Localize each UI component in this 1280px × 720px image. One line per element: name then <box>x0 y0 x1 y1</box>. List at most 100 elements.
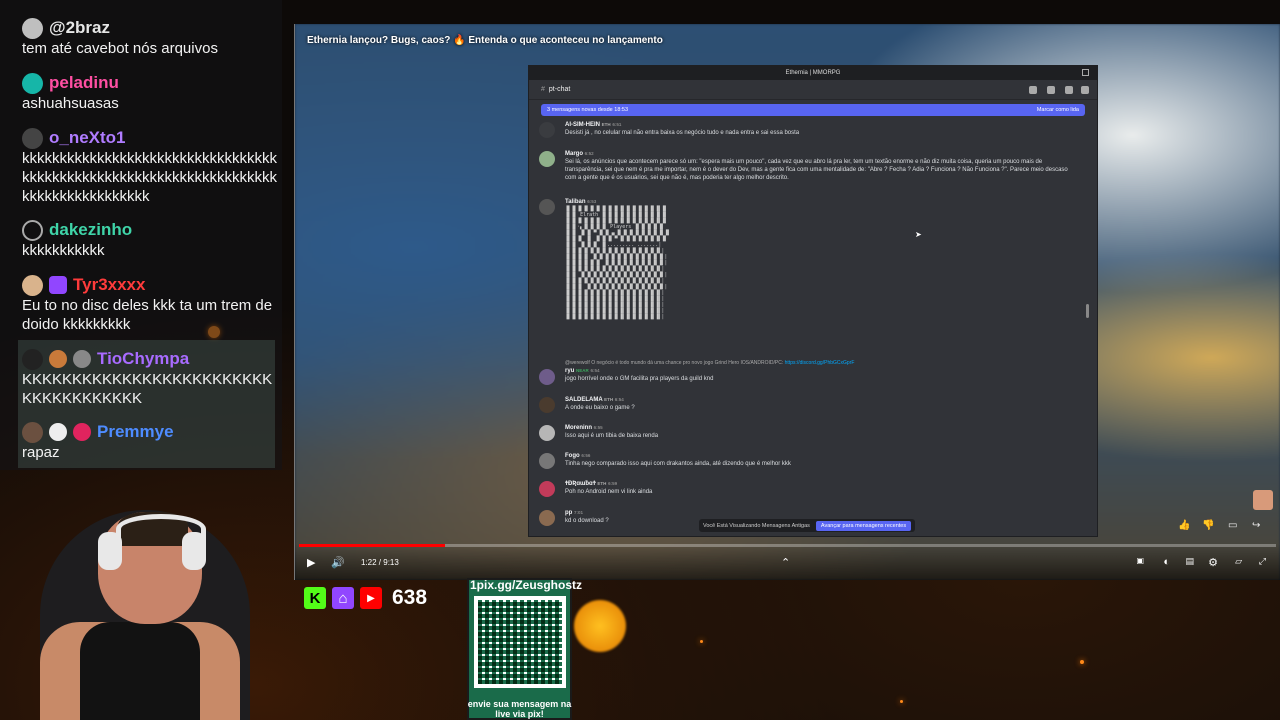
avatar <box>22 348 43 370</box>
mark-read-button[interactable]: Marcar como lida <box>1037 107 1079 113</box>
mouse-cursor-icon: ➤ <box>915 230 922 239</box>
chat-message: o_neXto1 kkkkkkkkkkkkkkkkkkkkkkkkkkkkkkk… <box>22 127 278 206</box>
message-text: Sei lá, os anúncios que acontecem parece… <box>565 159 1068 181</box>
message-author: Taliban 6:53 <box>565 199 597 205</box>
discord-window-title: Ethernia | MMORPG <box>785 70 841 76</box>
video-player[interactable]: Ethernia lançou? Bugs, caos? 🔥 Entenda o… <box>294 24 1280 580</box>
avatar <box>22 17 43 39</box>
chat-message: @2braz tem até cavebot nós arquivos <box>22 17 278 58</box>
streamer-webcam <box>30 510 270 720</box>
pin-icon[interactable] <box>1065 86 1073 94</box>
avatar <box>22 219 43 241</box>
progress-fill <box>299 544 445 547</box>
progress-bar[interactable] <box>299 544 1276 547</box>
old-messages-text: Você Está Visualizando Mensagens Antigas <box>703 522 810 529</box>
avatar <box>22 274 43 296</box>
avatar <box>539 369 555 385</box>
reply-preview: @werewolf O negócio é todo mundo dá uma … <box>565 360 855 366</box>
like-icon[interactable]: 👍 <box>1178 520 1196 534</box>
chat-username: TioChympa <box>97 349 190 368</box>
chat-message: TioChympa KKKKKKKKKKKKKKKKKKKKKKKKKKKKKK… <box>22 348 278 408</box>
discord-message: Taliban 6:53 ▐▌▐▌▐▌▐▌▐▌▐▌▐▌▐▌▐▌▐▌▐▌▐▌▐▌▐… <box>539 198 1079 320</box>
avatar <box>22 127 43 149</box>
discord-message: @werewolf O negócio é todo mundo dá uma … <box>539 359 1079 385</box>
play-button[interactable]: ▶ <box>307 556 315 569</box>
chat-text: tem até cavebot nós arquivos <box>22 40 218 57</box>
avatar <box>539 510 555 526</box>
avatar <box>539 122 555 138</box>
threads-icon[interactable] <box>1029 86 1037 94</box>
glow-orb <box>574 600 626 652</box>
new-messages-text: 3 mensagens novas desde 18:53 <box>547 107 629 113</box>
new-messages-bar[interactable]: 3 mensagens novas desde 18:53 Marcar com… <box>541 104 1085 116</box>
badge-icon <box>49 350 67 368</box>
chat-username: peladinu <box>49 73 119 92</box>
mute-icon[interactable] <box>1047 86 1055 94</box>
message-text: A onde eu baixo o game ? <box>565 405 635 411</box>
twitch-icon: ⌂ <box>332 587 354 609</box>
avatar <box>539 151 555 167</box>
chat-text: Eu to no disc deles kkk ta um trem de do… <box>22 297 273 333</box>
pix-url: 1pix.gg/Zeusghostz <box>470 578 583 592</box>
discord-message: Moreninn 6:55 Isso aqui é um tibia de ba… <box>539 424 1079 441</box>
discord-message: ϮĐƦɑɯƀɑϮ ETH 6:59 Poh no Android nem vi … <box>539 480 1079 497</box>
chat-message: Premmye rapaz <box>22 421 278 462</box>
message-author: ryu NEAR 6:54 <box>565 368 600 374</box>
message-author: SALDELAMA ETH 6:54 <box>565 397 624 403</box>
viewer-count: 638 <box>392 586 428 609</box>
subtitles-icon[interactable]: ▤ <box>1185 556 1194 567</box>
message-text: Poh no Android nem vi link ainda <box>565 489 653 495</box>
dislike-icon[interactable]: 👎 <box>1202 520 1220 534</box>
message-author: Fogo 6:56 <box>565 453 591 459</box>
hash-icon: # <box>541 86 545 93</box>
volume-icon[interactable]: 🔊 <box>331 556 345 569</box>
chat-text: KKKKKKKKKKKKKKKKKKKKKKKKKKKKKKKKKKKKK <box>22 371 273 407</box>
comment-icon[interactable]: ▭ <box>1228 520 1246 534</box>
hd-icon[interactable]: ▣ <box>1136 556 1144 565</box>
chevron-up-icon[interactable]: ⌃ <box>781 556 790 569</box>
message-author: ϮĐƦɑɯƀɑϮ ETH 6:59 <box>565 481 618 487</box>
invite-link[interactable]: https://discord.gg/PhbGCxGprF <box>785 360 855 366</box>
sub-badge-icon <box>49 276 67 294</box>
player-controls: ▶ 🔊 1:22 / 9:13 ⌃ ▣ ◐ ▤ ⚙ ▱ ⤢ <box>295 544 1280 580</box>
heart-icon <box>73 423 91 441</box>
autoplay-toggle[interactable]: ◐ <box>1163 556 1170 568</box>
message-text: jogo horrível onde o GM facilita pra pla… <box>565 376 714 382</box>
chat-text: kkkkkkkkkkkkkkkkkkkkkkkkkkkkkkkkkkkkkkkk… <box>22 150 277 205</box>
jump-to-present-button[interactable]: Avançar para mensagens recentes <box>815 520 912 531</box>
ascii-art: ▐▌▐▌▐▌▐▌▐▌▐▌▐▌▐▌▐▌▐▌▐▌▐▌▐▌▐▌▐▌▐▌▐▌ ▐▌▐▌ … <box>565 206 671 320</box>
settings-icon[interactable]: ⚙ <box>1208 556 1218 569</box>
discord-message: Margo 6:52 Sei lá, os anúncios que acont… <box>539 150 1079 182</box>
discord-window: Ethernia | MMORPG # pt-chat 3 mensagens … <box>528 65 1098 537</box>
chat-username: Tyr3xxxx <box>73 275 146 294</box>
kick-icon: K <box>304 587 326 609</box>
message-author: Margo 6:52 <box>565 151 594 157</box>
members-icon[interactable] <box>1081 86 1089 94</box>
share-icon[interactable]: ↪ <box>1252 520 1270 534</box>
old-messages-bar: Você Está Visualizando Mensagens Antigas… <box>699 519 916 532</box>
channel-name: pt-chat <box>548 86 571 93</box>
fullscreen-icon[interactable]: ⤢ <box>1259 556 1266 567</box>
discord-titlebar: Ethernia | MMORPG <box>529 66 1097 80</box>
cast-icon[interactable]: ▱ <box>1235 556 1242 567</box>
inbox-icon[interactable] <box>1082 69 1089 76</box>
qr-code-icon <box>474 596 566 688</box>
time-display: 1:22 / 9:13 <box>361 558 399 567</box>
message-text: Tinha nego comparado isso aqui com draka… <box>565 461 791 467</box>
avatar <box>22 72 43 94</box>
message-author: AI-SIM-HEIN ETH 6:51 <box>565 122 622 128</box>
chat-username: @2braz <box>49 18 110 37</box>
scrollbar-thumb[interactable] <box>1086 304 1089 318</box>
message-author: Moreninn 6:55 <box>565 425 603 431</box>
avatar <box>539 199 555 215</box>
pix-caption: envie sua mensagem na live via pix! <box>467 699 572 719</box>
avatar <box>539 453 555 469</box>
chat-text: ashuahsuasas <box>22 95 119 112</box>
chat-text: kkkkkkkkkkk <box>22 242 105 259</box>
video-title[interactable]: Ethernia lançou? Bugs, caos? 🔥 Entenda o… <box>307 35 663 46</box>
channel-header: # pt-chat <box>529 80 1097 100</box>
discord-message: SALDELAMA ETH 6:54 A onde eu baixo o gam… <box>539 396 1079 413</box>
avatar <box>1253 490 1273 510</box>
avatar <box>539 425 555 441</box>
ember <box>900 700 903 703</box>
